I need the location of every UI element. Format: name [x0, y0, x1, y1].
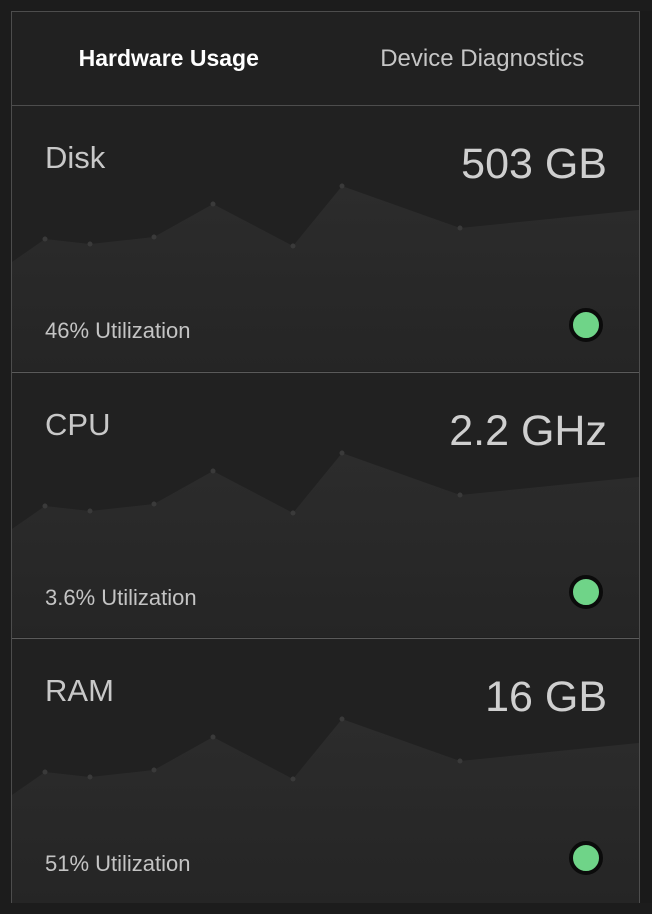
sparkline-point	[87, 508, 93, 514]
cpu-value: 2.2 GHz	[449, 407, 607, 455]
disk-utilization: 46% Utilization	[45, 318, 191, 343]
sparkline-point	[42, 503, 48, 509]
ram-card: RAM 16 GB 51% Utilization	[12, 638, 639, 903]
right-rail	[640, 11, 652, 903]
sparkline-point	[87, 774, 93, 780]
disk-status-indicator	[569, 308, 603, 342]
sparkline-point	[290, 510, 296, 516]
sparkline-point	[42, 236, 48, 242]
ram-label: RAM	[45, 673, 114, 708]
sparkline-point	[339, 183, 345, 189]
disk-label: Disk	[45, 140, 106, 175]
sparkline-point	[210, 468, 216, 474]
ram-status-indicator	[569, 841, 603, 875]
ram-utilization: 51% Utilization	[45, 851, 191, 876]
tab-bar: Hardware Usage Device Diagnostics	[12, 12, 639, 106]
cpu-status-indicator	[569, 575, 603, 609]
tab-device-diagnostics[interactable]: Device Diagnostics	[326, 12, 640, 105]
sparkline-point	[457, 225, 463, 231]
sparkline-point	[339, 716, 345, 722]
sparkline-point	[210, 734, 216, 740]
sparkline-point	[151, 501, 157, 507]
disk-card: Disk 503 GB 46% Utilization	[12, 106, 639, 371]
cpu-card: CPU 2.2 GHz 3.6% Utilization	[12, 372, 639, 637]
hardware-panel: Hardware Usage Device Diagnostics Disk 5…	[11, 11, 640, 903]
sparkline-point	[457, 492, 463, 498]
cpu-utilization: 3.6% Utilization	[45, 585, 197, 610]
sparkline-point	[151, 234, 157, 240]
sparkline-point	[290, 776, 296, 782]
sparkline-point	[290, 243, 296, 249]
sparkline-point	[457, 758, 463, 764]
sparkline-point	[42, 769, 48, 775]
sparkline-point	[151, 767, 157, 773]
sparkline-point	[210, 201, 216, 207]
cpu-label: CPU	[45, 407, 111, 442]
ram-value: 16 GB	[485, 673, 607, 721]
sparkline-point	[87, 241, 93, 247]
sparkline-point	[339, 450, 345, 456]
tab-hardware-usage[interactable]: Hardware Usage	[12, 12, 326, 105]
disk-value: 503 GB	[461, 140, 607, 188]
